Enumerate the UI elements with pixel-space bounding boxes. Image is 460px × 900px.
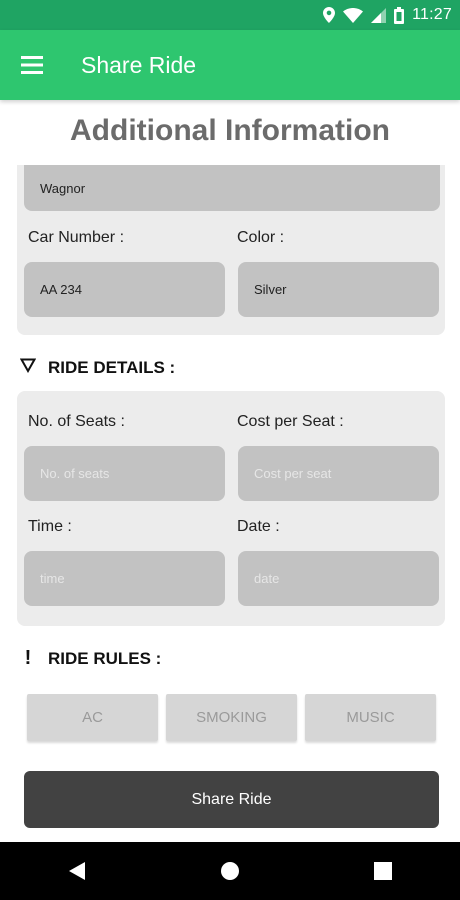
ride-rules-header: ! RIDE RULES : (20, 647, 162, 670)
battery-icon (394, 6, 405, 24)
car-number-field[interactable]: AA 234 (24, 262, 225, 317)
cost-input[interactable]: Cost per seat (238, 446, 439, 501)
exclamation-icon: ! (24, 647, 32, 669)
seats-placeholder: No. of seats (40, 466, 110, 481)
triangle-down-outline-icon (19, 357, 37, 378)
share-ride-button[interactable]: Share Ride (24, 771, 439, 828)
hamburger-menu-icon[interactable] (0, 30, 64, 100)
time-label: Time : (28, 518, 72, 535)
date-label: Date : (237, 518, 280, 535)
time-input[interactable]: time (24, 551, 225, 606)
ride-rules-title: RIDE RULES : (48, 648, 162, 668)
location-icon (323, 7, 336, 23)
clock: 11:27 (412, 6, 452, 23)
page-title: Additional Information (70, 114, 390, 147)
app-bar-title: Share Ride (81, 51, 197, 78)
car-model-field[interactable]: Wagnor (24, 165, 440, 211)
status-bar: 11:27 (0, 0, 460, 30)
rule-smoking-button[interactable]: SMOKING (166, 694, 297, 741)
app-bar: Share Ride (0, 30, 460, 100)
ride-details-title: RIDE DETAILS : (48, 357, 176, 377)
signal-icon (371, 7, 387, 23)
wifi-icon (343, 7, 364, 23)
date-input[interactable]: date (238, 551, 439, 606)
recents-square-icon[interactable] (353, 842, 413, 900)
navigation-bar (0, 842, 460, 900)
back-triangle-icon[interactable] (47, 842, 107, 900)
seats-input[interactable]: No. of seats (24, 446, 225, 501)
car-info-card: Wagnor Car Number : Color : AA 234 Silve… (17, 165, 445, 335)
time-placeholder: time (40, 571, 65, 586)
ride-details-card: No. of Seats : Cost per Seat : No. of se… (17, 391, 445, 626)
rule-ac-button[interactable]: AC (27, 694, 158, 741)
car-number-label: Car Number : (28, 229, 125, 246)
rule-music-button[interactable]: MUSIC (305, 694, 436, 741)
date-placeholder: date (254, 571, 280, 586)
car-model-value: Wagnor (40, 180, 86, 196)
color-label: Color : (237, 229, 285, 246)
home-circle-icon[interactable] (200, 842, 260, 900)
color-field[interactable]: Silver (238, 262, 439, 317)
cost-placeholder: Cost per seat (254, 466, 332, 481)
seats-label: No. of Seats : (28, 413, 125, 430)
car-number-value: AA 234 (40, 282, 82, 297)
ride-details-header: RIDE DETAILS : (19, 357, 176, 378)
cost-label: Cost per Seat : (237, 413, 344, 430)
color-value: Silver (254, 282, 287, 297)
